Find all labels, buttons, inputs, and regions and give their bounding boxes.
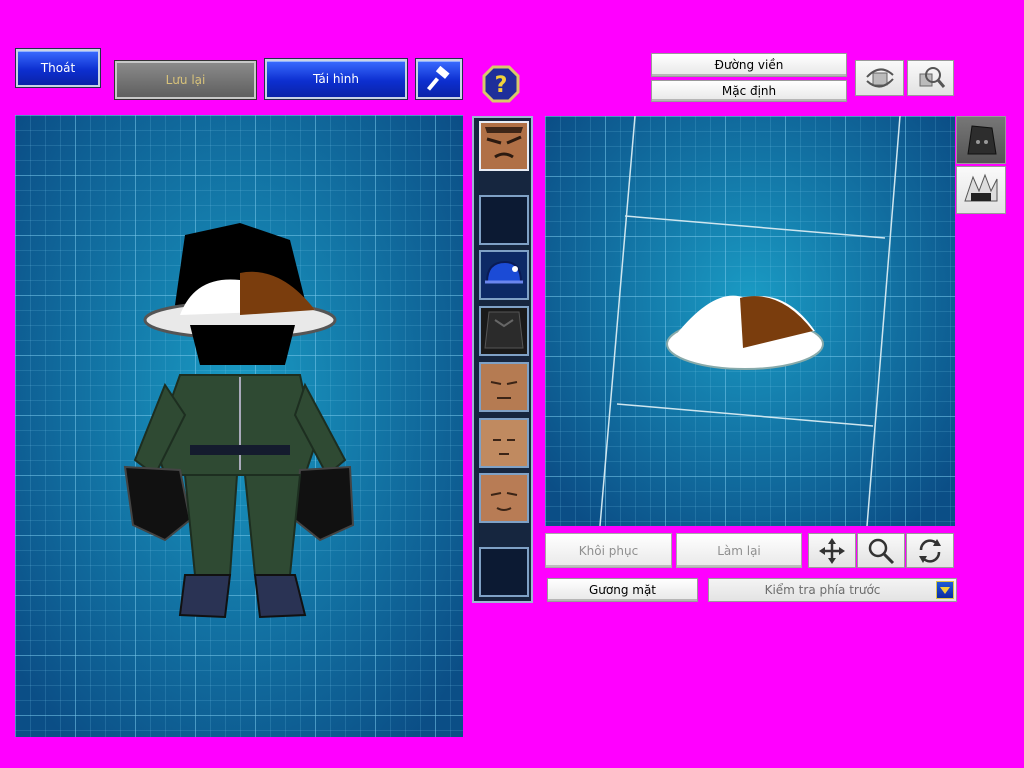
part-slot-armor[interactable] bbox=[479, 306, 529, 356]
dropdown-arrow-icon[interactable] bbox=[936, 581, 954, 599]
outline-button[interactable]: Đường viền bbox=[651, 53, 847, 77]
exit-button-label: Thoát bbox=[40, 61, 76, 75]
part-slot-helmet[interactable] bbox=[479, 250, 529, 300]
part-slot-angry-face[interactable] bbox=[479, 121, 529, 171]
exit-button[interactable]: Thoát bbox=[16, 49, 100, 87]
face-button[interactable]: Gương mặt bbox=[547, 578, 698, 602]
part-slot-empty-1[interactable] bbox=[479, 195, 529, 245]
magnifier-icon bbox=[868, 538, 895, 564]
svg-text:?: ? bbox=[495, 73, 508, 98]
face-tan-1-icon bbox=[481, 364, 527, 410]
character-preview-viewport[interactable] bbox=[15, 115, 463, 737]
default-button[interactable]: Mặc định bbox=[651, 80, 847, 102]
part-slot-face-3[interactable] bbox=[479, 473, 529, 523]
save-button[interactable]: Lưu lại bbox=[115, 61, 256, 99]
helmet-blue-icon bbox=[485, 260, 523, 284]
save-button-label: Lưu lại bbox=[165, 73, 206, 87]
default-button-label: Mặc định bbox=[721, 84, 777, 98]
rotate-box-icon bbox=[865, 68, 894, 88]
redo-button-label: Làm lại bbox=[717, 543, 761, 558]
character-figure bbox=[123, 223, 355, 619]
part-slot-face-2[interactable] bbox=[479, 418, 529, 468]
rotate-view-button[interactable] bbox=[855, 60, 904, 96]
part-editor-viewport[interactable] bbox=[545, 116, 955, 526]
move-arrows-icon bbox=[819, 537, 845, 564]
regenerate-button-label: Tái hình bbox=[313, 72, 359, 86]
part-slot-face-1[interactable] bbox=[479, 362, 529, 412]
spiky-armor-icon bbox=[964, 173, 998, 202]
part-slot-empty-2[interactable] bbox=[479, 547, 529, 597]
face-tan-3-icon bbox=[481, 475, 527, 521]
parts-column bbox=[472, 116, 533, 603]
outline-button-label: Đường viền bbox=[714, 58, 784, 72]
rotate-tool-button[interactable] bbox=[906, 533, 954, 568]
hammer-button[interactable] bbox=[416, 59, 462, 99]
view-select-value: Kiểm tra phía trước bbox=[764, 583, 881, 597]
regenerate-button[interactable]: Tái hình bbox=[265, 59, 407, 99]
view-select[interactable]: Kiểm tra phía trước bbox=[708, 578, 957, 602]
magnifier-box-icon bbox=[919, 67, 945, 88]
move-tool-button[interactable] bbox=[808, 533, 856, 568]
redo-button[interactable]: Làm lại bbox=[676, 533, 802, 568]
face-tan-2-icon bbox=[481, 420, 527, 466]
texture-mode-button[interactable] bbox=[956, 166, 1006, 214]
restore-button[interactable]: Khôi phục bbox=[545, 533, 672, 568]
help-icon: ? bbox=[482, 65, 520, 103]
shape-mode-button[interactable] bbox=[956, 116, 1006, 164]
help-button[interactable]: ? bbox=[482, 65, 520, 103]
rotate-arrows-icon bbox=[919, 538, 941, 563]
hammer-icon bbox=[426, 66, 450, 91]
part-editor-scene bbox=[599, 116, 901, 526]
zoom-tool-button[interactable] bbox=[857, 533, 905, 568]
armor-dark-icon bbox=[481, 308, 527, 354]
restore-button-label: Khôi phục bbox=[578, 543, 639, 558]
zoom-view-button[interactable] bbox=[907, 60, 954, 96]
face-angry-icon bbox=[481, 123, 527, 169]
shape-block-icon bbox=[967, 125, 997, 155]
face-button-label: Gương mặt bbox=[588, 583, 657, 597]
